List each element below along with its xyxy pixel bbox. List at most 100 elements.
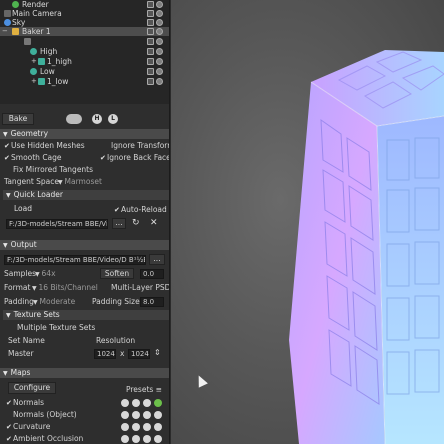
tree-item-render[interactable]: Render: [0, 0, 169, 9]
format-value: 16 Bits/Channel: [38, 283, 98, 292]
map-item-normals-object[interactable]: Normals (Object): [0, 409, 169, 421]
tangent-space-dropdown[interactable]: ▼ Marmoset: [58, 176, 102, 189]
expand-icon[interactable]: +: [31, 57, 37, 66]
reload-icon[interactable]: ↻: [132, 218, 140, 228]
resolution-stepper-icon[interactable]: ⇕: [154, 347, 161, 359]
presets-menu[interactable]: Presets ≡: [126, 384, 162, 396]
output-section-header[interactable]: ▼ Output: [0, 240, 169, 250]
mesh-icon: [38, 78, 45, 85]
tree-item-1-high[interactable]: + 1_high: [0, 57, 169, 66]
visibility-icons[interactable]: [145, 58, 165, 65]
tree-item-group[interactable]: [0, 37, 169, 46]
visibility-icons[interactable]: [145, 78, 165, 85]
multiple-texture-sets-checkbox[interactable]: Multiple Texture Sets: [10, 322, 95, 334]
format-dropdown[interactable]: ▼ 16 Bits/Channel: [32, 282, 98, 295]
visibility-icons[interactable]: [145, 10, 165, 17]
padding-dropdown[interactable]: ▼ Moderate: [33, 296, 75, 309]
map-item-curvature[interactable]: ✔Curvature: [0, 421, 169, 433]
expand-icon[interactable]: +: [31, 77, 37, 86]
output-path-field[interactable]: F:/3D-models/Stream BBE/Video/D B¹½B²: [4, 255, 146, 265]
multi-layer-psd-checkbox[interactable]: Multi-Layer PSD: [104, 282, 169, 294]
set-name-master: Master: [8, 349, 34, 358]
samples-row: Samples ▼ 64x Soften 0.0: [0, 268, 169, 281]
tree-item-baker-1[interactable]: − Baker 1: [0, 27, 169, 36]
quick-bake-icon[interactable]: [66, 114, 82, 124]
set-name-header: Set Name: [8, 336, 45, 345]
bake-button[interactable]: Bake: [2, 113, 34, 125]
checkbox-label: Ignore Back Faces: [107, 153, 170, 162]
padding-label: Padding: [4, 297, 34, 306]
high-visibility-button[interactable]: H: [92, 114, 102, 124]
section-title: Maps: [10, 368, 31, 377]
geometry-row-1: ✔Use Hidden Meshes Ignore Transforms: [0, 140, 169, 152]
resolution-separator: x: [120, 349, 125, 358]
map-settings-icons[interactable]: [118, 399, 166, 407]
ignore-back-faces-checkbox[interactable]: ✔Ignore Back Faces: [100, 152, 170, 164]
tree-item-label: Main Camera: [12, 9, 62, 18]
tree-item-high[interactable]: High: [0, 47, 169, 56]
fix-mirrored-tangents-checkbox[interactable]: Fix Mirrored Tangents: [6, 164, 93, 176]
geometry-row-2: ✔Smooth Cage ✔Ignore Back Faces: [0, 152, 170, 164]
smooth-cage-checkbox[interactable]: ✔Smooth Cage: [4, 152, 62, 164]
map-label: Normals (Object): [13, 410, 77, 419]
visibility-icons[interactable]: [145, 68, 165, 75]
camera-icon: [4, 10, 11, 17]
output-browse-button[interactable]: ...: [149, 254, 165, 265]
resolution-width-field[interactable]: 1024: [94, 349, 116, 359]
quick-loader-path-field[interactable]: F:/3D-models/Stream BBE/Vi: [6, 219, 108, 229]
tree-item-main-camera[interactable]: Main Camera: [0, 9, 169, 18]
3d-viewport[interactable]: [171, 0, 444, 444]
quick-loader-section-header[interactable]: ▼ Quick Loader: [3, 190, 169, 200]
maps-section-header[interactable]: ▼ Maps: [0, 368, 169, 378]
format-label: Format: [4, 283, 31, 292]
checkbox-label: Use Hidden Meshes: [11, 141, 85, 150]
browse-button[interactable]: ...: [112, 218, 126, 229]
render-icon: [12, 1, 19, 8]
padding-size-field[interactable]: 8.0: [140, 297, 164, 307]
visibility-icons[interactable]: [145, 19, 165, 26]
tangent-space-row: Tangent Space ▼ Marmoset: [0, 176, 169, 189]
checkbox-label: Smooth Cage: [11, 153, 62, 162]
padding-value: Moderate: [39, 297, 76, 306]
low-visibility-button[interactable]: L: [108, 114, 118, 124]
auto-reload-row: ✔Auto-Reload: [0, 204, 169, 216]
geometry-row-3: Fix Mirrored Tangents: [0, 164, 169, 176]
close-icon[interactable]: ✕: [150, 218, 158, 228]
low-group-icon: [30, 68, 37, 75]
ignore-transforms-checkbox[interactable]: Ignore Transforms: [104, 140, 169, 152]
tree-item-label: Sky: [12, 18, 26, 27]
auto-reload-checkbox[interactable]: ✔Auto-Reload: [114, 204, 167, 216]
resolution-height-field[interactable]: 1024: [128, 349, 150, 359]
texture-sets-section-header[interactable]: ▼ Texture Sets: [3, 310, 169, 320]
visibility-icons[interactable]: [145, 48, 165, 55]
map-label: Curvature: [13, 422, 51, 431]
tangent-space-value: Marmoset: [64, 177, 102, 186]
tree-item-1-low[interactable]: + 1_low: [0, 77, 169, 86]
section-title: Quick Loader: [13, 190, 63, 199]
map-item-ambient-occlusion[interactable]: ✔Ambient Occlusion: [0, 433, 169, 444]
tree-item-label: High: [40, 47, 58, 56]
collapse-icon[interactable]: −: [2, 27, 8, 36]
sky-icon: [4, 19, 11, 26]
presets-row: Presets ≡: [0, 384, 169, 396]
map-settings-icons[interactable]: [118, 423, 166, 431]
tree-item-sky[interactable]: Sky: [0, 18, 169, 27]
visibility-icons[interactable]: [145, 28, 165, 35]
visibility-icons[interactable]: [145, 1, 165, 8]
resolution-header: Resolution: [96, 336, 136, 345]
map-settings-icons[interactable]: [118, 411, 166, 419]
map-settings-icons[interactable]: [118, 435, 166, 443]
baker-icon: [12, 28, 19, 35]
samples-dropdown[interactable]: ▼ 64x: [35, 268, 56, 281]
checkbox-label: Multiple Texture Sets: [17, 323, 96, 332]
soften-button[interactable]: Soften: [100, 268, 134, 279]
soften-field[interactable]: 0.0: [140, 269, 164, 279]
geometry-section-header[interactable]: ▼ Geometry: [0, 129, 169, 139]
padding-row: Padding ▼ Moderate Padding Size: 8.0: [0, 296, 169, 309]
texture-set-master-row: Master 1024 x 1024 ⇕: [0, 347, 169, 360]
map-item-normals[interactable]: ✔Normals: [0, 397, 169, 409]
samples-label: Samples: [4, 269, 37, 278]
use-hidden-meshes-checkbox[interactable]: ✔Use Hidden Meshes: [4, 140, 85, 152]
visibility-icons[interactable]: [145, 38, 165, 45]
tree-item-low[interactable]: Low: [0, 67, 169, 76]
